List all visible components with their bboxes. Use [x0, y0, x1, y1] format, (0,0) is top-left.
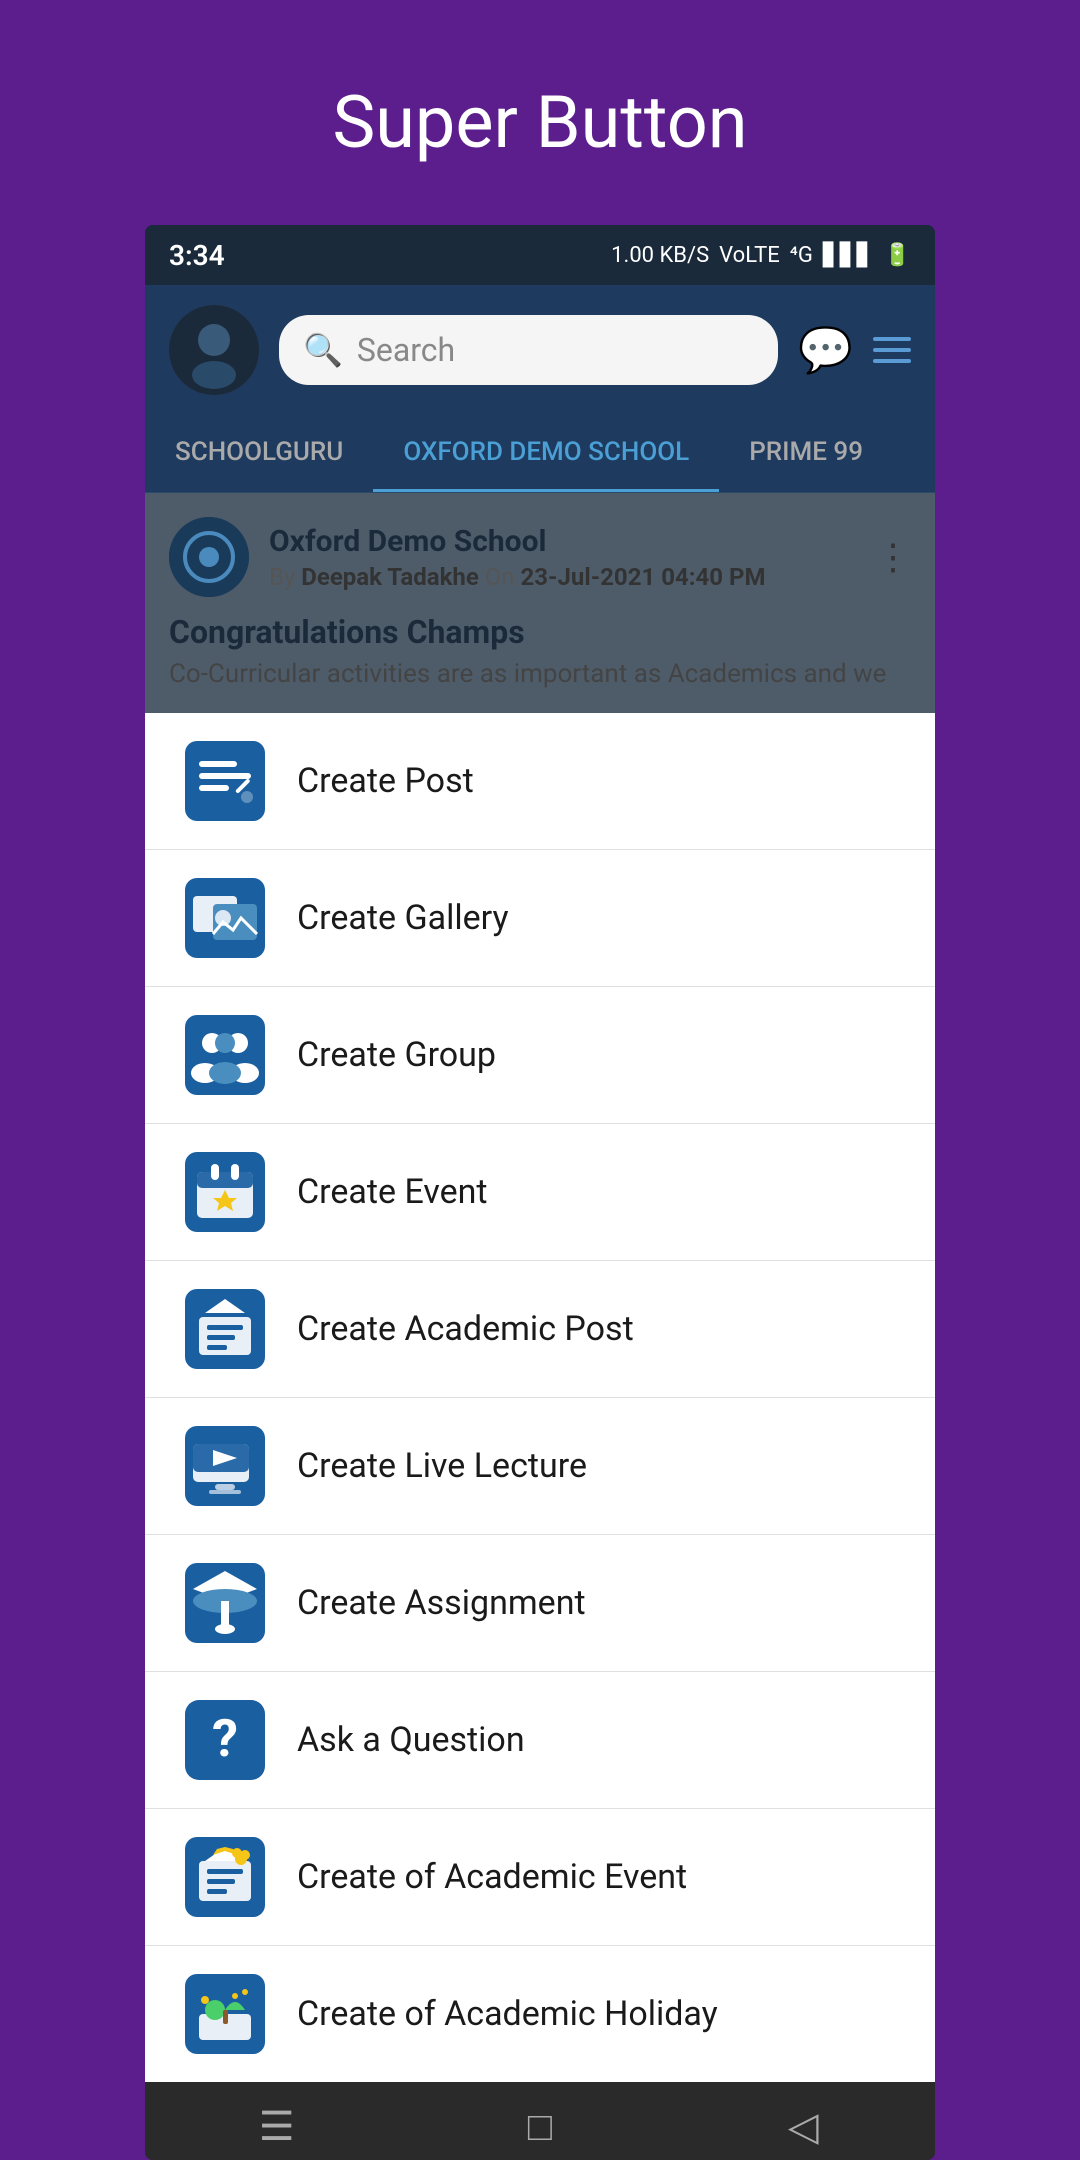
menu-list: Create Post Create Gallery	[145, 713, 935, 2082]
tab-oxford-demo-school[interactable]: OXFORD DEMO SCHOOL	[373, 415, 719, 492]
status-volte: VoLTE	[719, 243, 780, 268]
post-school-avatar	[169, 517, 249, 597]
post-school-name: Oxford Demo School	[269, 524, 855, 559]
signal-icon: ▋▋▋	[823, 243, 874, 268]
ask-question-label: Ask a Question	[297, 1720, 525, 1760]
avatar[interactable]	[169, 305, 259, 395]
bottom-back-button[interactable]: ◁	[763, 2096, 843, 2156]
create-post-label: Create Post	[297, 761, 474, 801]
post-meta: By Deepak Tadakhe On 23-Jul-2021 04:40 P…	[269, 563, 855, 591]
search-bar[interactable]: 🔍 Search	[279, 315, 778, 385]
status-time: 3:34	[169, 239, 225, 272]
page-title: Super Button	[332, 80, 747, 165]
status-icons: 1.00 KB/S VoLTE ⁴G ▋▋▋ 🔋	[611, 243, 911, 268]
create-gallery-label: Create Gallery	[297, 898, 509, 938]
bottom-nav: ☰ □ ◁	[145, 2082, 935, 2160]
post-more-button[interactable]: ⋮	[875, 536, 911, 578]
create-academic-holiday-label: Create of Academic Holiday	[297, 1994, 718, 2034]
avatar-image	[169, 305, 259, 395]
menu-item-create-post[interactable]: Create Post	[145, 713, 935, 850]
search-icon: 🔍	[303, 331, 343, 369]
create-academic-event-label: Create of Academic Event	[297, 1857, 687, 1897]
create-academic-holiday-icon	[185, 1974, 265, 2054]
menu-item-create-gallery[interactable]: Create Gallery	[145, 850, 935, 987]
create-post-icon	[185, 741, 265, 821]
create-assignment-icon	[185, 1563, 265, 1643]
bottom-home-button[interactable]: □	[500, 2096, 580, 2156]
menu-item-ask-question[interactable]: ? Ask a Question	[145, 1672, 935, 1809]
create-academic-post-label: Create Academic Post	[297, 1309, 634, 1349]
create-event-icon	[185, 1152, 265, 1232]
create-group-label: Create Group	[297, 1035, 496, 1075]
svg-text:?: ?	[212, 1708, 238, 1769]
create-event-label: Create Event	[297, 1172, 488, 1212]
phone-frame: 3:34 1.00 KB/S VoLTE ⁴G ▋▋▋ 🔋 🔍 Search �	[145, 225, 935, 2160]
post-title: Congratulations Champs	[169, 613, 911, 651]
menu-item-create-group[interactable]: Create Group	[145, 987, 935, 1124]
menu-item-create-event[interactable]: Create Event	[145, 1124, 935, 1261]
app-header: 🔍 Search 💬	[145, 285, 935, 415]
tab-schoolguru[interactable]: SCHOOLGURU	[145, 415, 373, 492]
create-group-icon	[185, 1015, 265, 1095]
post-header: Oxford Demo School By Deepak Tadakhe On …	[169, 517, 911, 597]
ask-question-icon: ?	[185, 1700, 265, 1780]
menu-item-create-live-lecture[interactable]: Create Live Lecture	[145, 1398, 935, 1535]
create-live-lecture-label: Create Live Lecture	[297, 1446, 587, 1486]
bottom-menu-button[interactable]: ☰	[237, 2096, 317, 2156]
message-icon[interactable]: 💬	[798, 324, 853, 376]
menu-item-create-academic-holiday[interactable]: Create of Academic Holiday	[145, 1946, 935, 2082]
hamburger-menu-icon[interactable]	[873, 337, 911, 363]
post-info: Oxford Demo School By Deepak Tadakhe On …	[269, 524, 855, 591]
search-placeholder: Search	[357, 331, 455, 369]
post-body: Co-Curricular activities are as importan…	[169, 659, 911, 689]
tab-prime99[interactable]: PRIME 99	[719, 415, 893, 492]
status-4g: ⁴G	[790, 243, 813, 268]
post-card: Oxford Demo School By Deepak Tadakhe On …	[145, 493, 935, 713]
tabs-bar: SCHOOLGURU OXFORD DEMO SCHOOL PRIME 99	[145, 415, 935, 493]
battery-icon: 🔋	[884, 243, 911, 268]
header-icons: 💬	[798, 324, 911, 376]
create-academic-event-icon	[185, 1837, 265, 1917]
create-gallery-icon	[185, 878, 265, 958]
status-speed: 1.00 KB/S	[611, 243, 709, 268]
status-bar: 3:34 1.00 KB/S VoLTE ⁴G ▋▋▋ 🔋	[145, 225, 935, 285]
menu-item-create-academic-post[interactable]: Create Academic Post	[145, 1261, 935, 1398]
create-live-lecture-icon	[185, 1426, 265, 1506]
menu-item-create-assignment[interactable]: Create Assignment	[145, 1535, 935, 1672]
create-academic-post-icon	[185, 1289, 265, 1369]
menu-item-create-academic-event[interactable]: Create of Academic Event	[145, 1809, 935, 1946]
create-assignment-label: Create Assignment	[297, 1583, 586, 1623]
